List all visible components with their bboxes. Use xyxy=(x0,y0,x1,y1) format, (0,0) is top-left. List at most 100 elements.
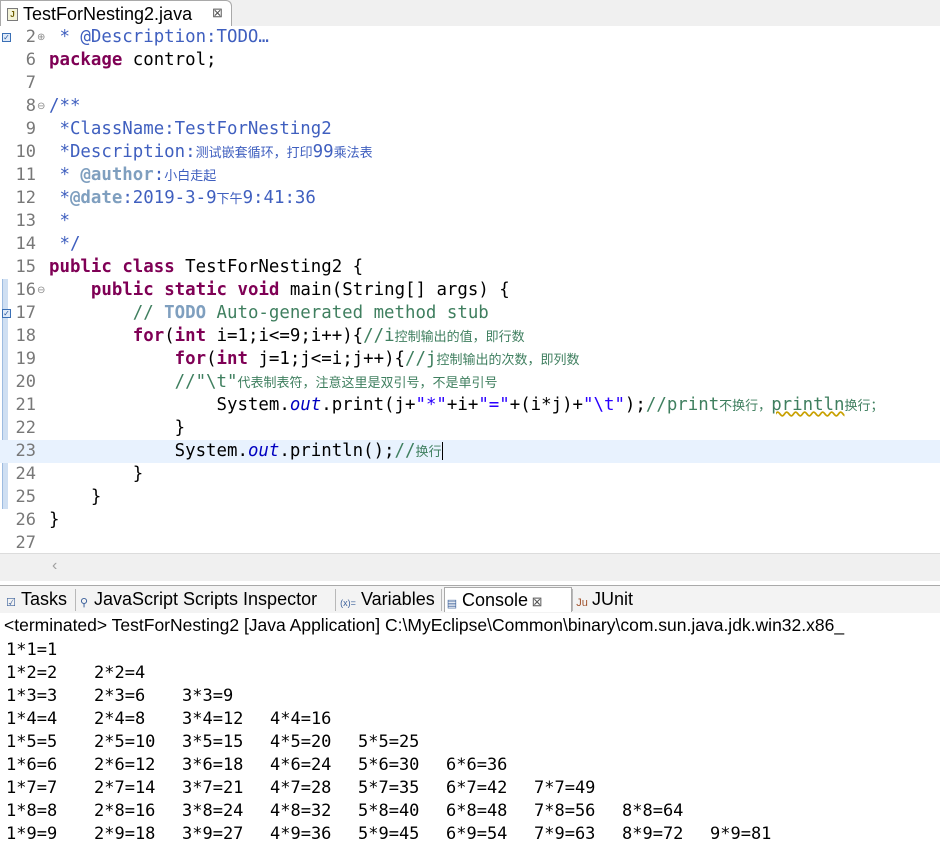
code-line[interactable]: 20 //"\t"代表制表符，注意这里是双引号，不是单引号 xyxy=(0,371,940,394)
view-tab-console[interactable]: ▤ Console ⊠ xyxy=(444,587,572,612)
code-editor[interactable]: ✓ 2 ⊕ * @Description:TODO… 6 package control… xyxy=(0,26,940,553)
close-icon[interactable]: ⊠ xyxy=(212,5,223,21)
view-tab-javascript-scripts-inspector[interactable]: ⚲ JavaScript Scripts Inspector xyxy=(77,587,335,612)
line-number: 18 xyxy=(15,326,36,346)
close-icon[interactable]: ⊠ xyxy=(528,594,543,609)
console-output-cell: 2*8=16 xyxy=(94,801,156,821)
console-output-cell: 5*6=30 xyxy=(358,755,420,775)
line-number: 20 xyxy=(15,372,36,392)
console-output-cell: 5*8=40 xyxy=(358,801,420,821)
collapse-fold-icon[interactable]: ⊖ xyxy=(37,279,45,302)
code-line[interactable]: 16 ⊖ public static void main(String[] arg… xyxy=(0,279,940,302)
console-output-cell: 1*9=9 xyxy=(6,824,58,844)
scroll-left-icon[interactable]: ‹ xyxy=(52,557,57,575)
code-line[interactable]: ✓ 17 // TODO Auto-generated method stub xyxy=(0,302,940,325)
variables-icon: (x)= xyxy=(340,598,356,608)
junit-icon: Ju xyxy=(576,597,588,609)
view-tab-junit[interactable]: Ju JUnit xyxy=(575,587,645,612)
code-token: 换行 xyxy=(415,444,442,459)
code-token: 99 xyxy=(312,142,334,162)
console-view[interactable]: <terminated> TestForNesting2 [Java Appli… xyxy=(0,613,940,856)
view-tab-tasks[interactable]: ☑ Tasks xyxy=(4,587,75,612)
console-output-cell: 4*9=36 xyxy=(270,824,332,844)
code-token: i=1;i<=9;i++){ xyxy=(206,326,364,346)
code-token: * xyxy=(49,165,81,185)
editor-tab-bar: J TestForNesting2.java ⊠ xyxy=(0,0,940,27)
console-output-cell: 5*7=35 xyxy=(358,778,420,798)
code-line[interactable]: 21 System.out.print(j+"*"+i+"="+(i*j)+"\… xyxy=(0,394,940,417)
code-text: public static void main(String[] args) { xyxy=(49,279,510,302)
view-tab-variables[interactable]: (x)= Variables xyxy=(338,587,441,612)
code-text: } xyxy=(49,417,186,440)
console-output-cell: 3*5=15 xyxy=(182,732,244,752)
code-line[interactable]: 12 *@date:2019-3-9下午9:41:36 xyxy=(0,187,940,210)
console-output-cell: 6*8=48 xyxy=(446,801,508,821)
console-output-line: 1*9=9 2*9=18 3*9=27 4*9=36 5*9=45 6*9=54 7*9=6… xyxy=(6,823,936,846)
code-line[interactable]: 26} xyxy=(0,509,940,532)
code-token: ( xyxy=(164,326,175,346)
code-line[interactable]: ✓ 2 ⊕ * @Description:TODO… xyxy=(0,26,940,49)
collapse-fold-icon[interactable]: ⊖ xyxy=(37,95,45,118)
code-token: int xyxy=(174,326,207,346)
line-number: 9 xyxy=(25,119,36,139)
code-token: *Description: xyxy=(49,142,196,162)
console-output-cell: 4*5=20 xyxy=(270,732,332,752)
code-text: } xyxy=(49,463,143,486)
line-number: 19 xyxy=(15,349,36,369)
code-line[interactable]: 24 } xyxy=(0,463,940,486)
code-line[interactable]: 14 */ xyxy=(0,233,940,256)
code-text: } xyxy=(49,509,59,532)
code-line[interactable]: 11 * @author:小白走起 xyxy=(0,164,940,187)
code-token: 9:41:36 xyxy=(242,188,316,208)
console-output-cell: 4*6=24 xyxy=(270,755,332,775)
editor-horizontal-scrollbar[interactable]: ‹ xyxy=(0,553,940,581)
task-marker-icon[interactable]: ✓ xyxy=(2,33,11,42)
expand-fold-icon[interactable]: ⊕ xyxy=(37,26,45,49)
code-text: System.out.println();//换行 xyxy=(49,440,443,463)
code-line[interactable]: 10 *Description:测试嵌套循环，打印99乘法表 xyxy=(0,141,940,164)
editor-tab-testfornesting2[interactable]: J TestForNesting2.java ⊠ xyxy=(0,0,232,26)
console-output-cell: 4*4=16 xyxy=(270,709,332,729)
console-output-cell: 1*5=5 xyxy=(6,732,58,752)
code-token: Auto-generated method stub xyxy=(206,303,489,323)
code-token: :2019-3-9 xyxy=(122,188,217,208)
code-line[interactable]: 23 System.out.println();//换行 xyxy=(0,440,940,463)
code-token: } xyxy=(49,418,186,438)
console-output-cell: 2*9=18 xyxy=(94,824,156,844)
code-line[interactable]: 7 xyxy=(0,72,940,95)
code-text: public class TestForNesting2 { xyxy=(49,256,363,279)
code-line[interactable]: 15 public class TestForNesting2 { xyxy=(0,256,940,279)
code-token: … xyxy=(258,27,269,47)
code-token: System. xyxy=(49,441,248,461)
line-number: 14 xyxy=(15,234,36,254)
code-token: * xyxy=(49,211,70,231)
code-line[interactable]: 19 for(int j=1;j<=i;j++){//j控制输出的次数，即列数 xyxy=(0,348,940,371)
code-line[interactable]: 22 } xyxy=(0,417,940,440)
code-token: @author xyxy=(80,165,154,185)
tab-separator xyxy=(441,589,442,611)
views-tab-bar: ☑ Tasks ⚲ JavaScript Scripts Inspector (x)= V… xyxy=(0,585,940,614)
code-line[interactable]: 8 ⊖/** xyxy=(0,95,940,118)
java-file-icon: J xyxy=(7,8,18,21)
code-line[interactable]: 13 * xyxy=(0,210,940,233)
code-token: main(String[] args) { xyxy=(279,280,510,300)
console-icon: ▤ xyxy=(446,598,458,610)
code-line[interactable]: 9 *ClassName:TestForNesting2 xyxy=(0,118,940,141)
code-line[interactable]: 6 package control; xyxy=(0,49,940,72)
code-line[interactable]: 27 xyxy=(0,532,940,553)
console-output-cell: 2*2=4 xyxy=(94,663,146,683)
code-token: "*" xyxy=(415,395,447,415)
code-token: +(i*j)+ xyxy=(509,395,584,415)
line-number: 15 xyxy=(15,257,36,277)
code-line[interactable]: 25 } xyxy=(0,486,940,509)
line-number: 27 xyxy=(15,533,36,553)
code-text: for(int j=1;j<=i;j++){//j控制输出的次数，即列数 xyxy=(49,348,580,371)
console-output-cell: 1*8=8 xyxy=(6,801,58,821)
console-output-line: 1*5=5 2*5=10 3*5=15 4*5=20 5*5=25 xyxy=(6,731,936,754)
code-line[interactable]: 18 for(int i=1;i<=9;i++){//i控制输出的值，即行数 xyxy=(0,325,940,348)
task-marker-icon[interactable]: ✓ xyxy=(2,309,11,318)
code-text: //"\t"代表制表符，注意这里是双引号，不是单引号 xyxy=(49,371,498,394)
